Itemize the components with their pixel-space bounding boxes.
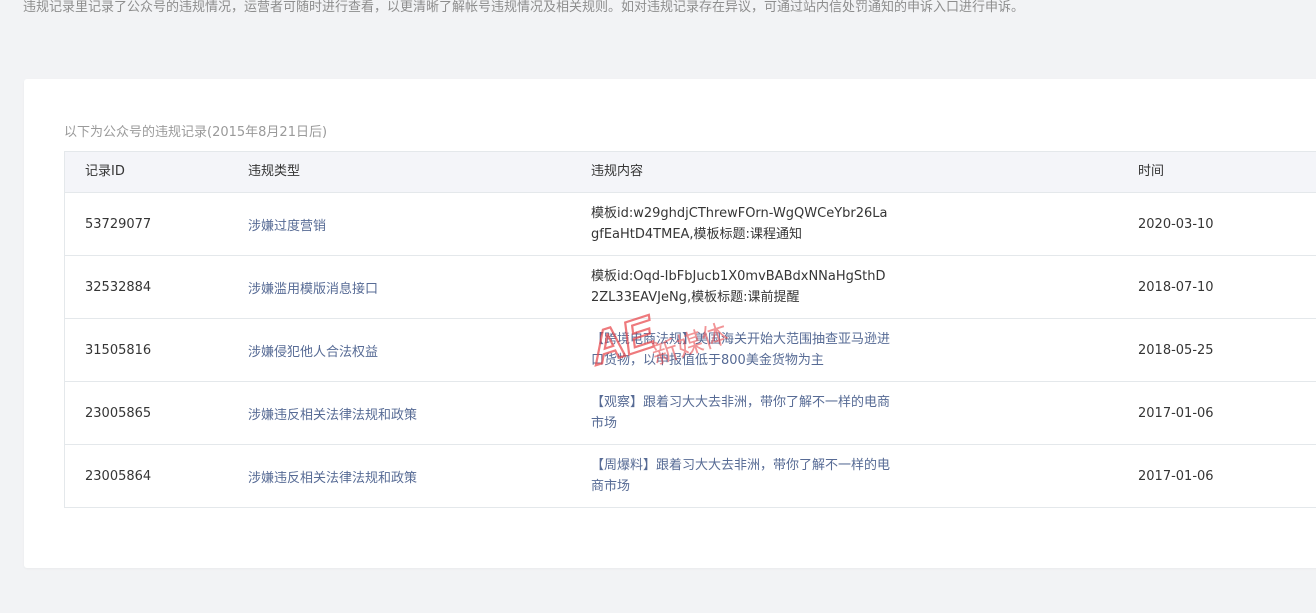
table-caption: 以下为公众号的违规记录(2015年8月21日后): [64, 125, 328, 140]
record-id: 31505816: [85, 342, 152, 358]
violation-content: 模板id:Oqd-IbFbJucb1X0mvBABdxNNaHgSthD2ZL3…: [591, 269, 886, 305]
violation-records-table: 记录ID 违规类型 违规内容 时间 53729077 涉嫌过度营销 模板id:w…: [64, 151, 1316, 508]
table-row: 32532884 涉嫌滥用模版消息接口 模板id:Oqd-IbFbJucb1X0…: [65, 256, 1316, 319]
record-time: 2018-07-10: [1138, 279, 1214, 295]
violation-content-link[interactable]: 【跨境电商法规】美国海关开始大范围抽查亚马逊进口货物，以申报值低于800美金货物…: [591, 319, 891, 381]
violation-type-link[interactable]: 涉嫌违反相关法律法规和政策: [248, 382, 417, 444]
record-time: 2020-03-10: [1138, 216, 1214, 232]
header-record-id: 记录ID: [85, 164, 125, 179]
record-id: 23005865: [85, 405, 152, 421]
table-row: 31505816 涉嫌侵犯他人合法权益 【跨境电商法规】美国海关开始大范围抽查亚…: [65, 319, 1316, 382]
violation-type-link[interactable]: 涉嫌违反相关法律法规和政策: [248, 445, 417, 507]
record-time: 2017-01-06: [1138, 468, 1214, 484]
violation-content-link[interactable]: 【周爆料】跟着习大大去非洲，带你了解不一样的电商市场: [591, 445, 891, 507]
table-row: 23005864 涉嫌违反相关法律法规和政策 【周爆料】跟着习大大去非洲，带你了…: [65, 445, 1316, 508]
violation-content-link[interactable]: 【观察】跟着习大大去非洲，带你了解不一样的电商市场: [591, 382, 891, 444]
record-time: 2017-01-06: [1138, 405, 1214, 421]
violation-type-link[interactable]: 涉嫌过度营销: [248, 193, 326, 255]
record-time: 2018-05-25: [1138, 342, 1214, 358]
record-id: 23005864: [85, 468, 152, 484]
violation-records-card: 以下为公众号的违规记录(2015年8月21日后) 记录ID 违规类型 违规内容 …: [24, 79, 1316, 568]
record-id: 53729077: [85, 216, 152, 232]
violation-content: 模板id:w29ghdjCThrewFOrn-WgQWCeYbr26LagfEa…: [591, 206, 888, 242]
violation-type-link[interactable]: 涉嫌滥用模版消息接口: [248, 256, 378, 318]
table-header: 记录ID 违规类型 违规内容 时间: [65, 152, 1316, 193]
header-violation-content: 违规内容: [591, 164, 644, 179]
header-violation-type: 违规类型: [248, 164, 301, 179]
table-row: 53729077 涉嫌过度营销 模板id:w29ghdjCThrewFOrn-W…: [65, 193, 1316, 256]
violation-type-link[interactable]: 涉嫌侵犯他人合法权益: [248, 319, 378, 381]
header-time: 时间: [1138, 164, 1165, 179]
record-id: 32532884: [85, 279, 152, 295]
table-row: 23005865 涉嫌违反相关法律法规和政策 【观察】跟着习大大去非洲，带你了解…: [65, 382, 1316, 445]
intro-description: 违规记录里记录了公众号的违规情况，运营者可随时进行查看，以更清晰了解帐号违规情况…: [23, 0, 1025, 15]
